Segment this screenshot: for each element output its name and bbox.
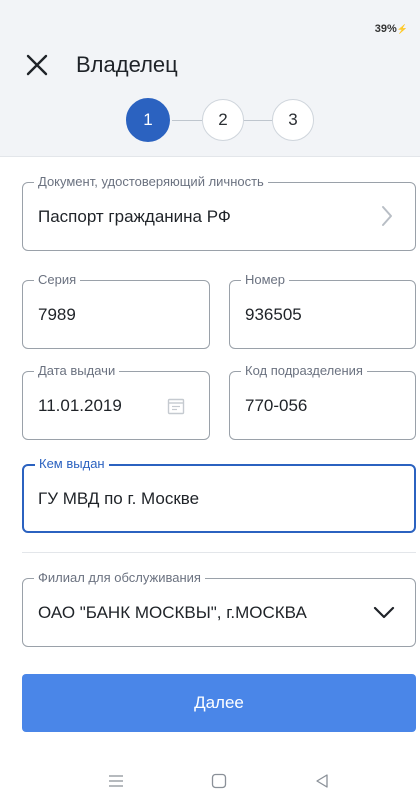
step-2: 2 (202, 99, 244, 141)
page-title: Владелец (76, 52, 178, 77)
system-nav-bar (0, 756, 420, 809)
issued-by-value: ГУ МВД по г. Москве (38, 489, 200, 508)
issued-by-label: Кем выдан (35, 456, 109, 472)
step-3: 3 (272, 99, 314, 141)
division-code-value: 770-056 (245, 396, 308, 415)
document-type-select[interactable]: Документ, удостоверяющий личность Паспор… (22, 174, 416, 251)
home-icon[interactable] (204, 766, 234, 796)
issue-date-field[interactable]: Дата выдачи 11.01.2019 (22, 363, 210, 440)
step-1: 1 (126, 98, 170, 142)
issued-by-field[interactable]: Кем выдан ГУ МВД по г. Москве (22, 456, 416, 533)
document-type-value: Паспорт гражданина РФ (38, 207, 231, 226)
calendar-icon[interactable] (167, 397, 185, 415)
header: Владелец 1 2 3 (0, 40, 420, 157)
document-type-label: Документ, удостоверяющий личность (34, 174, 268, 190)
division-code-field[interactable]: Код подразделения 770-056 (229, 363, 416, 440)
issue-date-label: Дата выдачи (34, 363, 120, 379)
branch-value: ОАО "БАНК МОСКВЫ", г.МОСКВА (38, 603, 307, 622)
division-code-label: Код подразделения (241, 363, 367, 379)
series-field[interactable]: Серия 7989 (22, 272, 210, 349)
back-icon[interactable] (307, 766, 337, 796)
step-connector (244, 120, 274, 121)
branch-select[interactable]: Филиал для обслуживания ОАО "БАНК МОСКВЫ… (22, 570, 416, 647)
battery-indicator: 39%⚡ (374, 23, 408, 35)
step-connector (172, 120, 202, 121)
chevron-right-icon (382, 206, 392, 226)
chevron-down-icon (373, 606, 395, 619)
status-bar: 39%⚡ (0, 0, 420, 40)
series-value: 7989 (38, 305, 76, 324)
series-label: Серия (34, 272, 81, 288)
menu-icon[interactable] (101, 766, 131, 796)
stepper: 1 2 3 (126, 98, 316, 143)
close-button[interactable] (22, 50, 52, 80)
issue-date-value: 11.01.2019 (38, 396, 122, 415)
number-value: 936505 (245, 305, 302, 324)
number-label: Номер (241, 272, 290, 288)
next-button[interactable]: Далее (22, 674, 416, 732)
number-field[interactable]: Номер 936505 (229, 272, 416, 349)
branch-label: Филиал для обслуживания (34, 570, 205, 586)
close-icon (26, 54, 48, 76)
divider (22, 552, 416, 553)
